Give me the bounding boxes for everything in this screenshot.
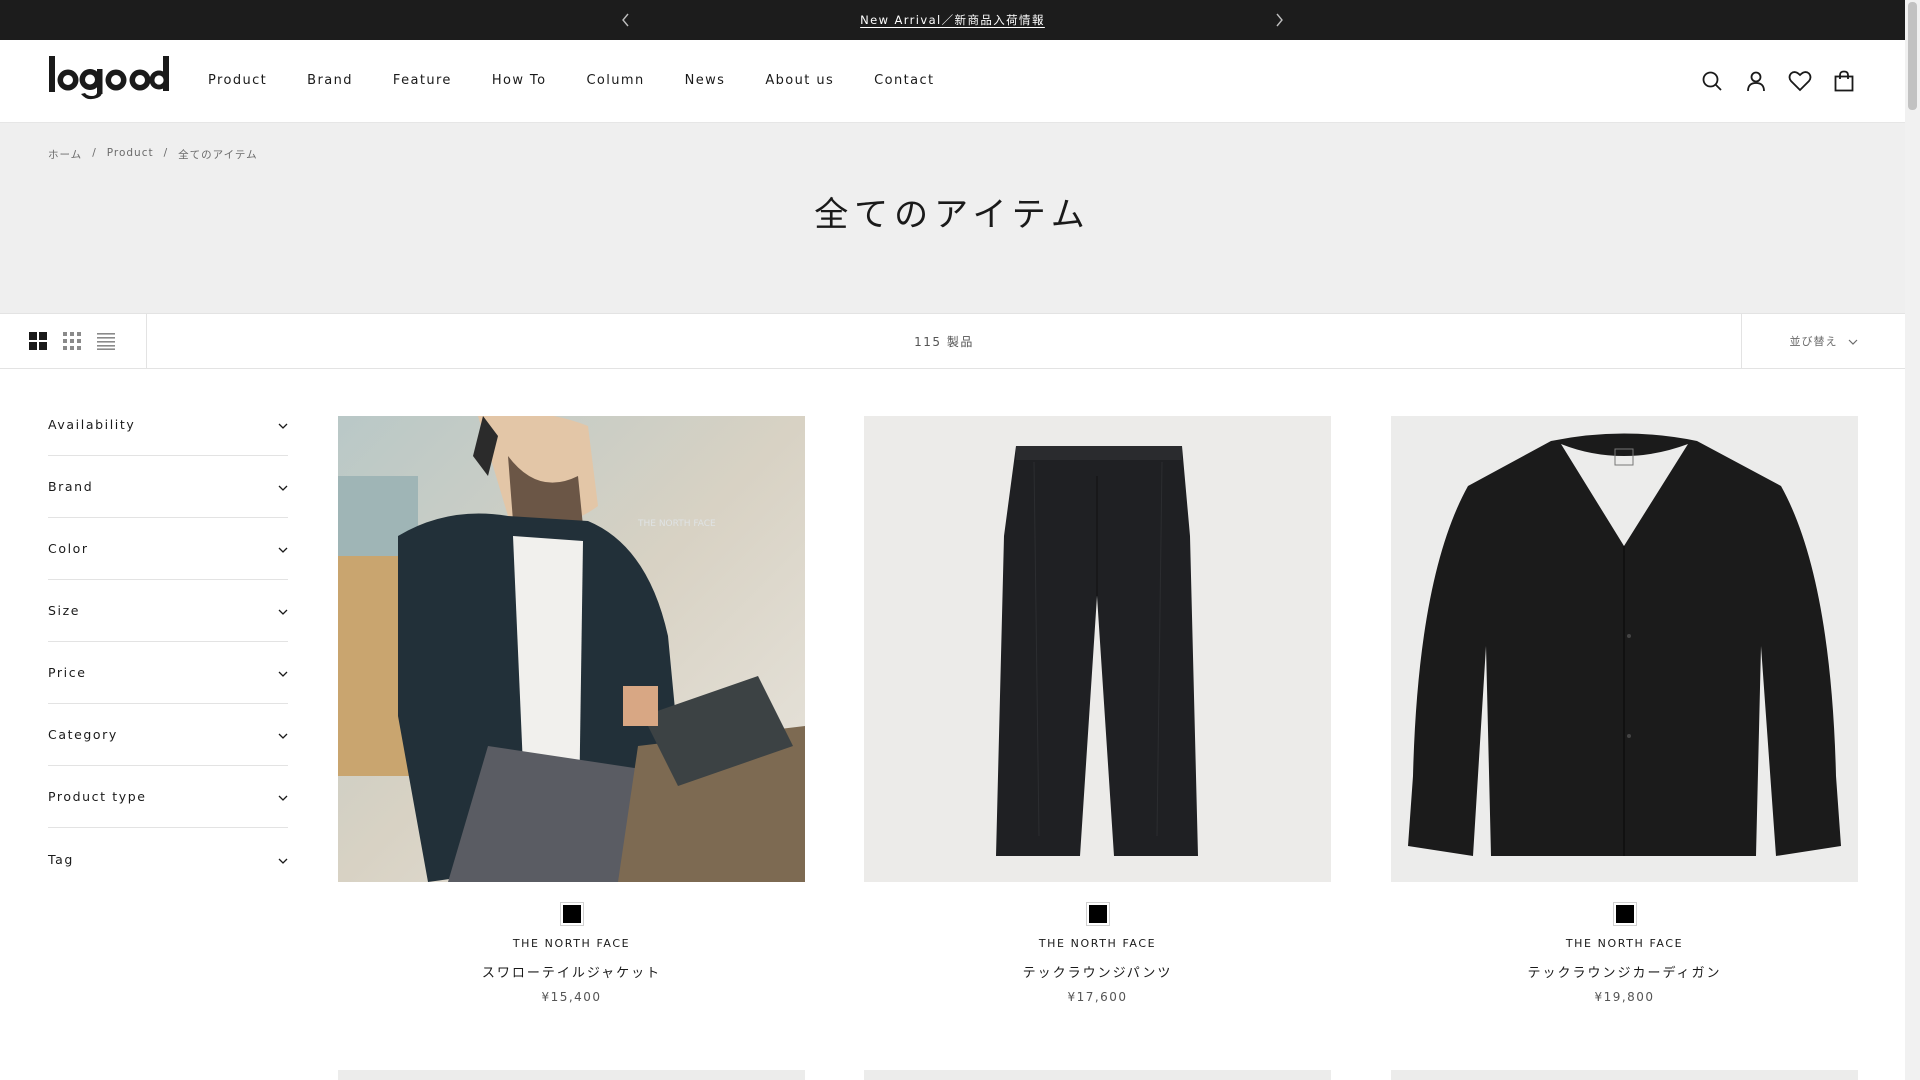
filter-label: Tag xyxy=(48,851,74,867)
filter-label: Product type xyxy=(48,789,147,804)
product-card[interactable]: THE NORTH FACE THE NORTH FACE スワローテイルジャケ… xyxy=(338,416,805,1004)
filter-sidebar: Availability Brand Color Size Price Cate… xyxy=(48,394,288,890)
view-switcher xyxy=(0,314,147,368)
product-name[interactable]: テックラウンジカーディガン xyxy=(1391,962,1858,981)
nav-brand[interactable]: Brand xyxy=(307,73,353,88)
filter-label: Size xyxy=(48,603,81,618)
filter-product-type[interactable]: Product type xyxy=(48,766,288,828)
site-logo[interactable] xyxy=(48,54,170,104)
breadcrumb: ホーム / Product / 全てのアイテム xyxy=(48,147,258,162)
collection-toolbar: 115 製品 並び替え xyxy=(0,313,1905,369)
collection-banner: ホーム / Product / 全てのアイテム 全てのアイテム xyxy=(0,123,1905,313)
page-title: 全てのアイテム xyxy=(814,195,1091,235)
product-name[interactable]: テックラウンジパンツ xyxy=(864,962,1331,981)
svg-text:THE NORTH FACE: THE NORTH FACE xyxy=(637,519,716,529)
nav-how-to[interactable]: How To xyxy=(492,73,547,88)
wishlist-icon[interactable] xyxy=(1787,68,1813,94)
grid-large-icon[interactable] xyxy=(29,332,47,350)
filter-brand[interactable]: Brand xyxy=(48,456,288,518)
chevron-down-icon xyxy=(278,852,288,867)
color-swatch[interactable] xyxy=(1612,902,1637,926)
product-price: ¥17,600 xyxy=(1067,990,1128,1004)
filter-availability[interactable]: Availability xyxy=(48,394,288,456)
grid-small-icon[interactable] xyxy=(63,332,81,350)
scrollbar-thumb[interactable] xyxy=(1908,2,1917,110)
breadcrumb-separator: / xyxy=(92,147,97,159)
breadcrumb-current: 全てのアイテム xyxy=(178,149,258,161)
search-icon[interactable] xyxy=(1699,68,1725,94)
filter-color[interactable]: Color xyxy=(48,518,288,580)
product-image[interactable] xyxy=(1391,416,1858,882)
chevron-down-icon xyxy=(278,417,288,432)
sort-label: 並び替え xyxy=(1789,335,1838,348)
nav-product[interactable]: Product xyxy=(208,73,267,88)
chevron-down-icon xyxy=(278,789,288,804)
nav-column[interactable]: Column xyxy=(586,73,644,88)
product-count: 115 製品 xyxy=(914,335,974,349)
product-image[interactable] xyxy=(864,1070,1331,1080)
product-image[interactable]: THE NORTH FACE xyxy=(338,416,805,882)
breadcrumb-separator: / xyxy=(163,147,169,159)
filter-price[interactable]: Price xyxy=(48,642,288,704)
chevron-down-icon xyxy=(278,479,288,494)
site-header: Product Brand Feature How To Column News… xyxy=(0,40,1905,123)
product-price: ¥19,800 xyxy=(1594,990,1655,1004)
nav-about-us[interactable]: About us xyxy=(765,73,834,88)
breadcrumb-product[interactable]: Product xyxy=(107,147,154,162)
chevron-down-icon xyxy=(278,541,288,556)
cart-icon[interactable] xyxy=(1831,68,1857,94)
nav-news[interactable]: News xyxy=(685,73,726,88)
product-price: ¥15,400 xyxy=(541,990,602,1004)
chevron-down-icon xyxy=(278,665,288,680)
header-icons xyxy=(1699,68,1857,94)
product-name[interactable]: スワローテイルジャケット xyxy=(338,962,805,981)
product-brand: THE NORTH FACE xyxy=(1565,937,1684,950)
product-brand: THE NORTH FACE xyxy=(512,937,631,950)
page-scrollbar[interactable] xyxy=(1905,0,1920,1080)
announcement-link[interactable]: New Arrival／新商品入荷情報 xyxy=(0,12,1905,28)
main-nav: Product Brand Feature How To Column News… xyxy=(208,73,975,88)
chevron-right-icon[interactable] xyxy=(1270,11,1288,29)
product-card[interactable]: THE NORTH FACE テックラウンジカーディガン ¥19,800 xyxy=(1391,416,1858,1004)
product-brand: THE NORTH FACE xyxy=(1038,937,1157,950)
product-card[interactable]: THE NORTH FACE テックラウンジパンツ ¥17,600 xyxy=(864,416,1331,1004)
account-icon[interactable] xyxy=(1743,68,1769,94)
filter-category[interactable]: Category xyxy=(48,704,288,766)
color-swatch[interactable] xyxy=(559,902,584,926)
nav-feature[interactable]: Feature xyxy=(393,73,452,88)
breadcrumb-home[interactable]: ホーム xyxy=(48,147,82,162)
chevron-down-icon xyxy=(1848,335,1858,348)
filter-label: Price xyxy=(48,665,87,680)
filter-tag[interactable]: Tag xyxy=(48,828,288,890)
filter-label: Category xyxy=(48,727,118,742)
announcement-bar: New Arrival／新商品入荷情報 xyxy=(0,0,1905,40)
chevron-down-icon xyxy=(278,603,288,618)
color-swatch[interactable] xyxy=(1085,902,1110,926)
nav-contact[interactable]: Contact xyxy=(874,73,934,88)
product-image[interactable] xyxy=(338,1070,805,1080)
filter-label: Availability xyxy=(48,417,136,432)
chevron-down-icon xyxy=(278,727,288,742)
filter-label: Brand xyxy=(48,479,94,494)
product-image[interactable] xyxy=(864,416,1331,882)
filter-size[interactable]: Size xyxy=(48,580,288,642)
product-image[interactable] xyxy=(1391,1070,1858,1080)
sort-dropdown[interactable]: 並び替え xyxy=(1741,314,1905,368)
list-icon[interactable] xyxy=(97,332,115,350)
filter-label: Color xyxy=(48,541,89,556)
